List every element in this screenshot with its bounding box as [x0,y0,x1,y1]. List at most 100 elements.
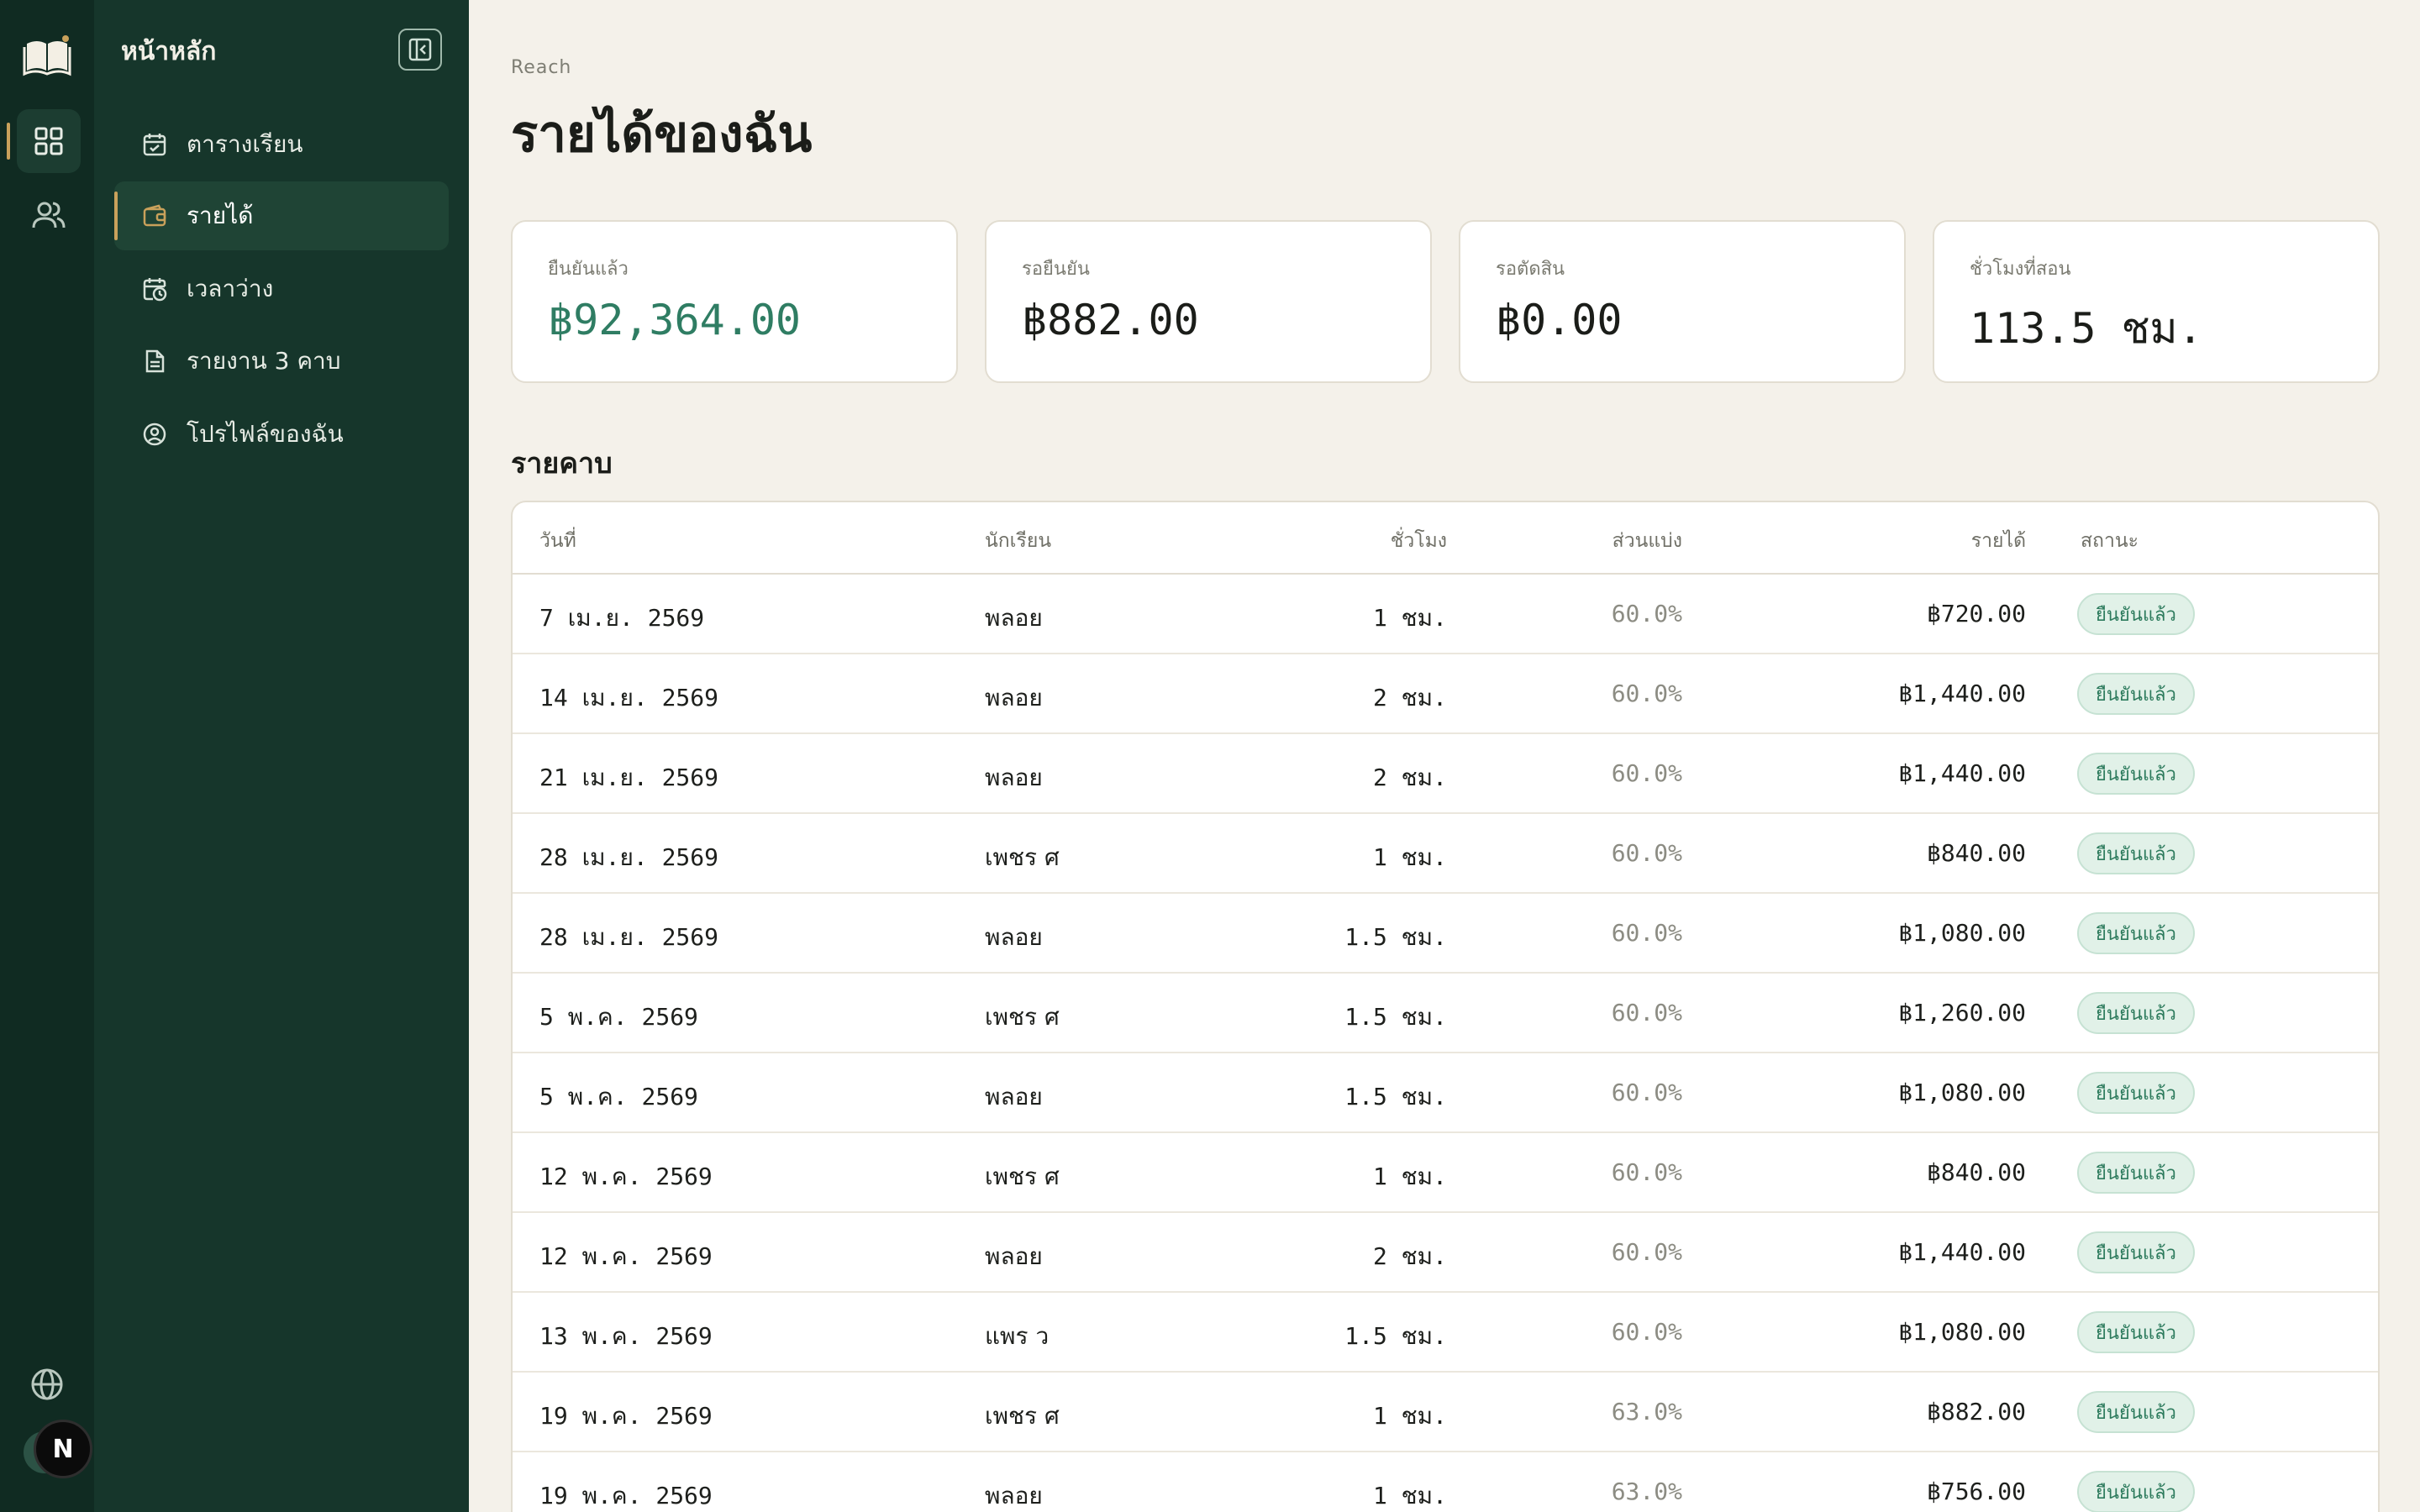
cell-student: เพชร ศ [985,1402,1060,1430]
status-badge: ยืนยันแล้ว [2077,1231,2195,1273]
cell-student: พลอย [985,1482,1043,1509]
cell-hours: 1.5 ชม. [1344,1003,1447,1031]
cell-income: ฿1,080.00 [1898,919,2026,947]
sidebar-item-label: เวลาว่าง [187,275,274,302]
status-badge: ยืนยันแล้ว [2077,753,2195,795]
cell-hours: 1 ชม. [1372,604,1447,632]
cell-share: 60.0% [1611,1158,1682,1186]
table-row[interactable]: 12 พ.ค. 2569 พลอย 2 ชม. 60.0% ฿1,440.00 ยืนยั… [513,1213,2378,1293]
sidebar-item-availability[interactable]: เวลาว่าง [114,255,449,323]
cell-student: พลอย [985,764,1043,791]
cell-student: เพชร ศ [985,1003,1060,1031]
dashboard-grid-icon[interactable] [17,109,81,173]
stat-label: รอยืนยัน [1022,259,1090,280]
icon-rail: N [0,0,94,1512]
users-icon[interactable] [17,183,81,247]
cell-hours: 2 ชม. [1372,1242,1447,1270]
cell-income: ฿1,440.00 [1898,1238,2026,1266]
status-badge: ยืนยันแล้ว [2077,832,2195,874]
table-row[interactable]: 5 พ.ค. 2569 พลอย 1.5 ชม. 60.0% ฿1,080.00 ยืนย… [513,1053,2378,1133]
breadcrumb[interactable]: Reach [511,57,571,78]
table-row[interactable]: 28 เม.ย. 2569 พลอย 1.5 ชม. 60.0% ฿1,080.00 ยื… [513,894,2378,974]
table-row[interactable]: 7 เม.ย. 2569 พลอย 1 ชม. 60.0% ฿720.00 ยืนยันแ… [513,575,2378,654]
status-badge: ยืนยันแล้ว [2077,1152,2195,1194]
cell-student: พลอย [985,1242,1043,1270]
table-row[interactable]: 19 พ.ค. 2569 พลอย 1 ชม. 63.0% ฿756.00 ยืนยันแ… [513,1452,2378,1512]
column-header-income[interactable]: รายได้ [1971,526,2026,556]
sidebar-item-profile[interactable]: โปรไฟล์ของฉัน [114,400,449,469]
column-header-student[interactable]: นักเรียน [985,526,1051,556]
user-circle-icon [141,421,168,448]
table-row[interactable]: 5 พ.ค. 2569 เพชร ศ 1.5 ชม. 60.0% ฿1,260.00 ยื… [513,974,2378,1053]
status-badge: ยืนยันแล้ว [2077,992,2195,1034]
cell-hours: 1 ชม. [1372,843,1447,871]
sessions-table: วันที่ นักเรียน ชั่วโมง ส่วนแบ่ง รายได้ … [511,501,2380,1512]
stat-value: ฿0.00 [1496,296,1623,344]
cell-hours: 1 ชม. [1372,1482,1447,1509]
globe-icon[interactable] [29,1366,66,1403]
table-header: วันที่ นักเรียน ชั่วโมง ส่วนแบ่ง รายได้ … [513,502,2378,575]
sidebar-item-report[interactable]: รายงาน 3 คาบ [114,327,449,396]
table-row[interactable]: 13 พ.ค. 2569 แพร ว 1.5 ชม. 60.0% ฿1,080.00 ยื… [513,1293,2378,1373]
column-header-hours[interactable]: ชั่วโมง [1391,526,1447,556]
status-badge: ยืนยันแล้ว [2077,1072,2195,1114]
cell-student: แพร ว [985,1322,1050,1350]
sidebar-item-label: รายได้ [187,202,254,229]
cell-share: 60.0% [1611,919,1682,947]
cell-share: 60.0% [1611,600,1682,627]
table-row[interactable]: 28 เม.ย. 2569 เพชร ศ 1 ชม. 60.0% ฿840.00 ยืนย… [513,814,2378,894]
stat-card-disputed: รอตัดสิน ฿0.00 [1459,220,1906,383]
cell-hours: 1.5 ชม. [1344,923,1447,951]
cell-student: พลอย [985,923,1043,951]
cell-date: 5 พ.ค. 2569 [539,1003,698,1031]
cell-share: 60.0% [1611,1079,1682,1106]
cell-share: 60.0% [1611,999,1682,1026]
cell-share: 60.0% [1611,1238,1682,1266]
column-header-share[interactable]: ส่วนแบ่ง [1612,526,1682,556]
cell-date: 28 เม.ย. 2569 [539,843,719,871]
column-header-status[interactable]: สถานะ [2081,526,2139,556]
cell-student: เพชร ศ [985,1163,1060,1190]
sidebar-title: หน้าหลัก [121,37,217,66]
table-row[interactable]: 12 พ.ค. 2569 เพชร ศ 1 ชม. 60.0% ฿840.00 ยืนยั… [513,1133,2378,1213]
cell-income: ฿1,080.00 [1898,1079,2026,1106]
status-badge: ยืนยันแล้ว [2077,1311,2195,1353]
calendar-clock-icon [141,276,168,302]
calendar-check-icon [141,131,168,158]
wallet-icon [141,202,168,229]
page-title: รายได้ของฉัน [511,105,813,164]
rail-active-indicator [7,123,10,160]
stat-value: ฿882.00 [1022,296,1199,344]
cell-share: 63.0% [1611,1478,1682,1505]
sidebar: หน้าหลัก ตารางเรียน รายได้ เวลาว่าง รายง… [94,0,469,1512]
cell-income: ฿1,440.00 [1898,759,2026,787]
cell-income: ฿756.00 [1926,1478,2026,1505]
cell-hours: 1 ชม. [1372,1163,1447,1190]
stat-label: รอตัดสิน [1496,259,1565,280]
table-row[interactable]: 14 เม.ย. 2569 พลอย 2 ชม. 60.0% ฿1,440.00 ยืนย… [513,654,2378,734]
sidebar-item-income[interactable]: รายได้ [114,181,449,250]
cell-student: พลอย [985,604,1043,632]
cell-hours: 1.5 ชม. [1344,1322,1447,1350]
avatar[interactable]: N [34,1420,92,1478]
section-title: รายคาบ [511,447,613,480]
cell-share: 60.0% [1611,759,1682,787]
cell-date: 12 พ.ค. 2569 [539,1163,713,1190]
cell-income: ฿882.00 [1926,1398,2026,1425]
table-row[interactable]: 21 เม.ย. 2569 พลอย 2 ชม. 60.0% ฿1,440.00 ยืนย… [513,734,2378,814]
open-book-icon[interactable] [22,32,72,79]
cell-student: พลอย [985,1083,1043,1110]
cell-hours: 1.5 ชม. [1344,1083,1447,1110]
cell-date: 21 เม.ย. 2569 [539,764,719,791]
status-badge: ยืนยันแล้ว [2077,1391,2195,1433]
cell-student: พลอย [985,684,1043,711]
cell-hours: 2 ชม. [1372,764,1447,791]
panel-collapse-icon[interactable] [398,29,442,71]
stat-value: ฿92,364.00 [548,296,802,344]
sidebar-item-schedule[interactable]: ตารางเรียน [114,110,449,179]
cell-share: 60.0% [1611,680,1682,707]
cell-date: 28 เม.ย. 2569 [539,923,719,951]
column-header-date[interactable]: วันที่ [539,526,576,556]
table-row[interactable]: 19 พ.ค. 2569 เพชร ศ 1 ชม. 63.0% ฿882.00 ยืนยั… [513,1373,2378,1452]
cell-income: ฿1,080.00 [1898,1318,2026,1346]
